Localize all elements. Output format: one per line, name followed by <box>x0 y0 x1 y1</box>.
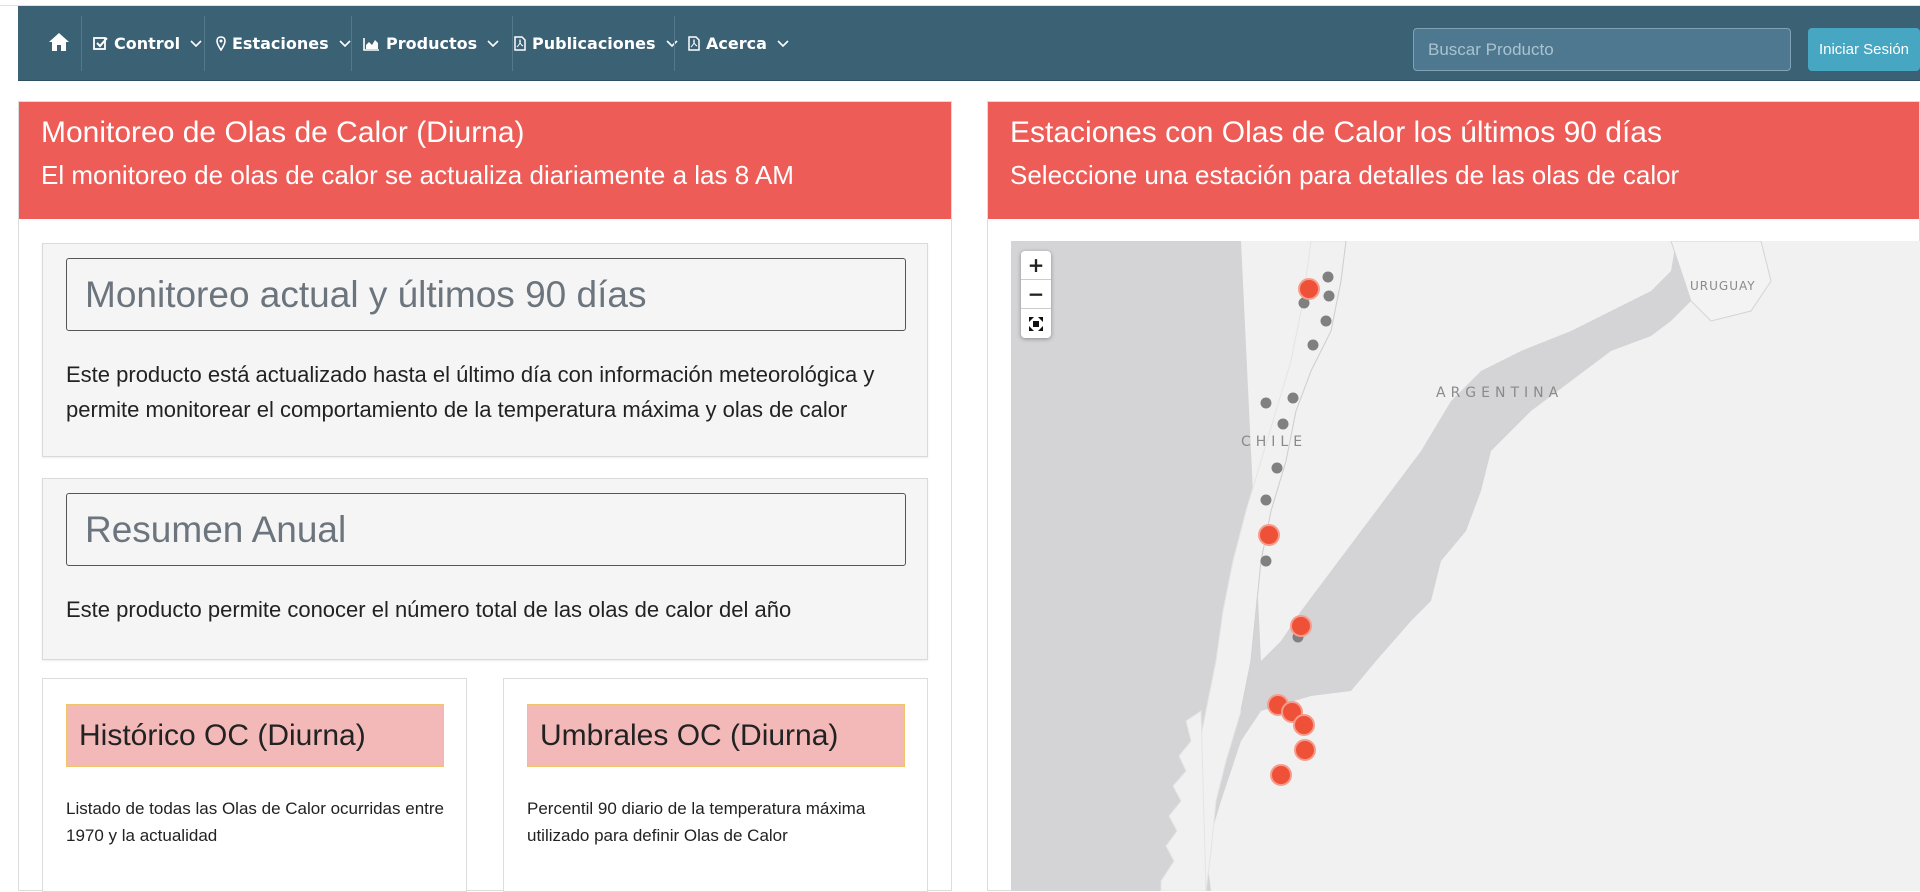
station-marker[interactable] <box>1260 397 1272 409</box>
fullscreen-button[interactable] <box>1021 309 1051 338</box>
chevron-down-icon <box>665 39 678 48</box>
card-text-line: Percentil 90 diario de la temperatura má… <box>527 799 866 818</box>
panel-title: Monitoreo de Olas de Calor (Diurna) <box>41 116 525 149</box>
card-title[interactable]: Umbrales OC (Diurna) <box>527 704 905 767</box>
card-text-line: 1970 y la actualidad <box>66 826 218 845</box>
right-panel-header: Estaciones con Olas de Calor los últimos… <box>988 102 1919 219</box>
heatwave-station-marker[interactable] <box>1270 764 1292 786</box>
nav-item-label: Estaciones <box>232 34 329 53</box>
nav-item-productos[interactable]: Productos <box>363 6 499 81</box>
search-input[interactable]: Buscar Producto <box>1413 28 1791 71</box>
left-panel: Monitoreo de Olas de Calor (Diurna) El m… <box>18 101 952 892</box>
file-pdf-icon <box>688 36 700 51</box>
zoom-out-button[interactable]: − <box>1021 280 1051 309</box>
panel-subtitle: El monitoreo de olas de calor se actuali… <box>41 160 794 190</box>
well-description: Este producto está actualizado hasta el … <box>66 357 916 427</box>
nav-item-estaciones[interactable]: Estaciones <box>216 6 351 81</box>
nav-item-label: Publicaciones <box>532 34 656 53</box>
chevron-down-icon <box>487 39 499 48</box>
card-description: Percentil 90 diario de la temperatura má… <box>527 795 917 849</box>
nav-item-publicaciones[interactable]: Publicaciones <box>514 6 678 81</box>
thresholds-card[interactable]: Umbrales OC (Diurna) Percentil 90 diario… <box>503 678 928 892</box>
left-panel-header: Monitoreo de Olas de Calor (Diurna) El m… <box>19 102 951 219</box>
heatwave-station-marker[interactable] <box>1294 739 1316 761</box>
heatwave-station-marker[interactable] <box>1290 615 1312 637</box>
station-marker[interactable] <box>1307 339 1319 351</box>
nav-separator <box>204 16 205 71</box>
heatwave-station-marker[interactable] <box>1293 714 1315 736</box>
station-markers <box>1258 271 1335 786</box>
card-description: Listado de todas las Olas de Calor ocurr… <box>66 795 456 849</box>
station-marker[interactable] <box>1320 315 1332 327</box>
map-zoom-control: + − <box>1021 251 1051 338</box>
well-text-line: Este producto está actualizado hasta el … <box>66 362 875 387</box>
heatwave-station-marker[interactable] <box>1298 278 1320 300</box>
nav-separator <box>674 16 675 71</box>
station-marker[interactable] <box>1322 271 1334 283</box>
check-square-icon <box>93 36 108 51</box>
top-navbar: Control Estaciones Productos Publicacion… <box>18 6 1920 81</box>
station-marker[interactable] <box>1260 494 1272 506</box>
station-marker[interactable] <box>1323 290 1335 302</box>
well-description: Este producto permite conocer el número … <box>66 597 792 622</box>
home-icon <box>48 32 70 56</box>
login-button[interactable]: Iniciar Sesión <box>1808 28 1920 71</box>
panel-subtitle: Seleccione una estación para detalles de… <box>1010 160 1680 190</box>
station-marker[interactable] <box>1287 392 1299 404</box>
nav-item-control[interactable]: Control <box>93 6 202 81</box>
chevron-down-icon <box>190 39 202 48</box>
fullscreen-icon <box>1029 316 1043 331</box>
map-marker-icon <box>216 36 226 51</box>
well-text-line: permite monitorear el comportamiento de … <box>66 397 848 422</box>
monitoring-well[interactable]: Monitoreo actual y últimos 90 días Este … <box>42 243 928 457</box>
nav-item-label: Acerca <box>706 34 767 53</box>
nav-item-acerca[interactable]: Acerca <box>688 6 789 81</box>
nav-separator <box>512 16 513 71</box>
historic-card[interactable]: Histórico OC (Diurna) Listado de todas l… <box>42 678 467 892</box>
nav-item-label: Productos <box>386 34 478 53</box>
nav-separator <box>351 16 352 71</box>
zoom-in-button[interactable]: + <box>1021 251 1051 280</box>
chevron-down-icon <box>339 39 351 48</box>
annual-summary-well[interactable]: Resumen Anual Este producto permite cono… <box>42 478 928 660</box>
card-title[interactable]: Histórico OC (Diurna) <box>66 704 444 767</box>
panel-title: Estaciones con Olas de Calor los últimos… <box>1010 116 1662 149</box>
station-marker[interactable] <box>1277 418 1289 430</box>
area-chart-icon <box>363 37 380 51</box>
chevron-down-icon <box>777 39 789 48</box>
nav-item-label: Control <box>114 34 181 53</box>
station-marker[interactable] <box>1271 462 1283 474</box>
file-pdf-icon <box>514 36 526 51</box>
well-title[interactable]: Monitoreo actual y últimos 90 días <box>66 258 906 331</box>
card-text-line: Listado de todas las Olas de Calor ocurr… <box>66 799 444 818</box>
well-title[interactable]: Resumen Anual <box>66 493 906 566</box>
nav-separator <box>81 16 82 71</box>
home-link[interactable] <box>48 6 70 81</box>
station-marker[interactable] <box>1260 555 1272 567</box>
heatwave-station-marker[interactable] <box>1258 524 1280 546</box>
stations-map[interactable]: URUGUAY ARGENTINA CHILE + − <box>1011 241 1920 891</box>
card-text-line: utilizado para definir Olas de Calor <box>527 826 788 845</box>
